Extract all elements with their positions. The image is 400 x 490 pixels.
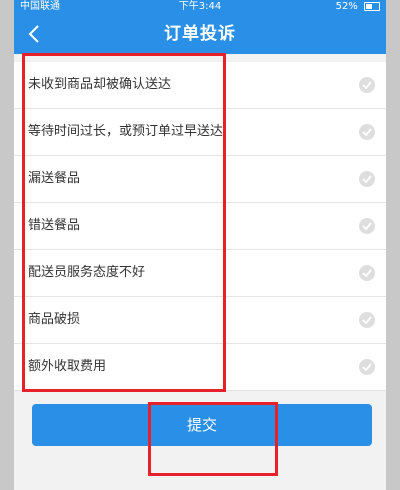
complaint-option-label: 错送餐品	[28, 218, 81, 233]
check-circle-icon	[359, 312, 375, 328]
nav-bar: 订单投诉	[14, 14, 386, 54]
complaint-option-label: 额外收取费用	[28, 359, 107, 374]
check-circle-icon	[359, 77, 375, 93]
check-circle-icon	[359, 218, 375, 234]
complaint-option-label: 等待时间过长，或预订单过早送达	[28, 124, 224, 139]
complaint-option-label: 配送员服务态度不好	[28, 265, 146, 280]
submit-button[interactable]: 提交	[32, 404, 372, 446]
complaint-option[interactable]: 漏送餐品	[14, 156, 386, 203]
complaint-option-label: 漏送餐品	[28, 171, 81, 186]
battery-percent: 52%	[335, 1, 358, 12]
check-circle-icon	[359, 265, 375, 281]
complaint-option[interactable]: 等待时间过长，或预订单过早送达	[14, 109, 386, 156]
page-title: 订单投诉	[164, 24, 236, 44]
complaint-option[interactable]: 额外收取费用	[14, 344, 386, 391]
phone-screen: 中国联通 下午3:44 52% 订单投诉 未收到商品却被确认送达 等待时间过长，…	[14, 0, 386, 490]
battery-status: 52%	[336, 0, 380, 14]
check-circle-icon	[359, 124, 375, 140]
status-bar: 中国联通 下午3:44 52%	[14, 0, 386, 14]
status-time: 下午3:44	[178, 1, 222, 12]
complaint-option-label: 商品破损	[28, 312, 81, 327]
complaint-option[interactable]: 商品破损	[14, 297, 386, 344]
check-circle-icon	[359, 359, 375, 375]
check-circle-icon	[359, 171, 375, 187]
complaint-option-label: 未收到商品却被确认送达	[28, 77, 172, 92]
complaint-option[interactable]: 配送员服务态度不好	[14, 250, 386, 297]
complaint-options-list: 未收到商品却被确认送达 等待时间过长，或预订单过早送达 漏送餐品 错送餐品 配送…	[14, 62, 386, 391]
complaint-option[interactable]: 错送餐品	[14, 203, 386, 250]
complaint-option[interactable]: 未收到商品却被确认送达	[14, 62, 386, 109]
battery-icon	[364, 1, 380, 11]
